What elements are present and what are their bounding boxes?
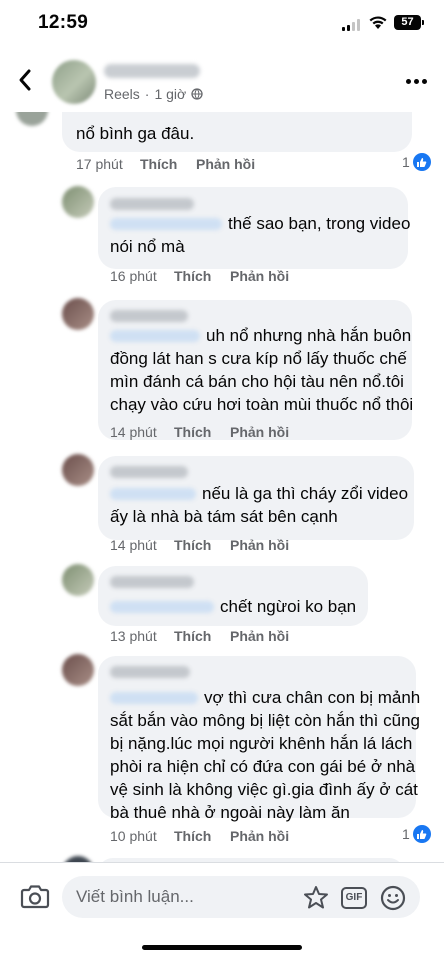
mention-tag-redacted[interactable] <box>110 330 200 342</box>
commenter-name-redacted[interactable] <box>110 466 188 478</box>
reply-button[interactable]: Phản hồi <box>196 156 255 172</box>
reply-button[interactable]: Phản hồi <box>230 628 289 644</box>
wifi-icon <box>369 16 387 29</box>
comment-line: đồng lát han s cưa kíp nổ lấy thuốc chế <box>110 349 407 368</box>
comment-text: thế sao bạn, trong video nói nổ mà <box>110 212 410 258</box>
globe-icon <box>191 88 203 100</box>
comment-line: nói nổ mà <box>110 237 185 256</box>
comment-line: chạy vào cứu hơi toàn mùi thuốc nổ thôi <box>110 395 414 414</box>
comment-actions: 10 phút Thích Phản hồi <box>110 828 289 844</box>
reaction-count[interactable]: 1 <box>402 825 431 843</box>
like-reaction-icon <box>412 825 431 843</box>
gif-icon[interactable]: GIF <box>341 887 367 909</box>
like-button[interactable]: Thích <box>174 828 230 844</box>
mention-tag-redacted[interactable] <box>110 601 214 613</box>
comment-line: nếu là ga thì cháy zổi video <box>202 484 409 503</box>
reply-button[interactable]: Phản hồi <box>230 424 289 440</box>
commenter-avatar[interactable] <box>62 454 94 486</box>
like-button[interactable]: Thích <box>174 537 230 553</box>
commenter-avatar[interactable] <box>16 112 48 126</box>
camera-icon[interactable] <box>20 883 50 909</box>
comment-line: mìn đánh cá bán cho hội tàu nên nổ.tôi <box>110 372 404 391</box>
post-source[interactable]: Reels <box>104 86 140 102</box>
comment-text: nổ bình ga đâu. <box>76 124 195 143</box>
commenter-avatar[interactable] <box>62 654 94 686</box>
comment-line: phòi ra hiện chỉ có đứa con gái bé ở nhà <box>110 757 416 776</box>
reply-button[interactable]: Phản hồi <box>230 828 289 844</box>
commenter-name-redacted[interactable] <box>110 576 194 588</box>
back-arrow-icon[interactable] <box>16 68 34 92</box>
mention-tag-redacted[interactable] <box>110 218 222 230</box>
comment-input-placeholder: Viết bình luận... <box>76 887 194 906</box>
like-button[interactable]: Thích <box>174 424 230 440</box>
status-time: 12:59 <box>38 12 89 33</box>
meta-separator: · <box>144 86 150 102</box>
cellular-signal-icon <box>342 19 362 31</box>
comment-line: uh nổ nhưng nhà hắn buôn <box>206 326 412 345</box>
like-reaction-icon <box>412 153 431 171</box>
post-header: Reels · 1 giờ <box>0 50 444 112</box>
like-button[interactable]: Thích <box>174 628 230 644</box>
reaction-number: 1 <box>402 826 410 842</box>
comment-line: bị nặng.lúc mọi người khênh hắn lá lách <box>110 734 413 753</box>
comment-line: thế sao bạn, trong video <box>228 214 411 233</box>
comment-time: 13 phút <box>110 628 157 644</box>
comment-actions: 13 phút Thích Phản hồi <box>110 628 289 644</box>
comment-actions: 14 phút Thích Phản hồi <box>110 537 289 553</box>
comments-list[interactable]: nổ bình ga đâu. 17 phút Thích Phản hồi 1… <box>0 112 444 862</box>
like-button[interactable]: Thích <box>140 156 196 172</box>
home-indicator <box>142 945 302 950</box>
comment-time: 16 phút <box>110 268 157 284</box>
comment-text: vợ thì cưa chân con bị mảnh sắt bắn vào … <box>110 686 420 824</box>
comment-line: ấy là nhà bà tám sát bên cạnh <box>110 507 338 526</box>
commenter-name-redacted[interactable] <box>110 666 190 678</box>
author-name-redacted[interactable] <box>104 64 200 78</box>
comment-time: 14 phút <box>110 424 157 440</box>
reaction-number: 1 <box>402 154 410 170</box>
reply-button[interactable]: Phản hồi <box>230 537 289 553</box>
comment-line: bà thuê nhà ở ngoài này làm ăn <box>110 803 350 822</box>
comment-text: uh nổ nhưng nhà hắn buôn đồng lát han s … <box>110 324 413 416</box>
comment-text: chết ngừoi ko bạn <box>110 595 356 618</box>
sticker-icon[interactable] <box>302 885 330 911</box>
post-age[interactable]: 1 giờ <box>154 86 186 102</box>
mention-tag-redacted[interactable] <box>110 692 198 704</box>
comment-text: nếu là ga thì cháy zổi video ấy là nhà b… <box>110 482 408 528</box>
like-button[interactable]: Thích <box>174 268 230 284</box>
comment-actions: 14 phút Thích Phản hồi <box>110 424 289 440</box>
status-bar: 12:59 57 <box>0 0 444 50</box>
reply-button[interactable]: Phản hồi <box>230 268 289 284</box>
author-avatar[interactable] <box>52 60 96 104</box>
mention-tag-redacted[interactable] <box>110 488 196 500</box>
post-meta: Reels · 1 giờ <box>104 86 203 102</box>
comment-time: 10 phút <box>110 828 157 844</box>
comment-actions: 17 phút Thích Phản hồi <box>76 156 255 172</box>
emoji-icon[interactable] <box>380 885 406 911</box>
commenter-avatar[interactable] <box>62 298 94 330</box>
more-options-icon[interactable] <box>406 79 428 85</box>
comment-line: chết ngừoi ko bạn <box>220 597 357 616</box>
battery-indicator: 57 <box>394 15 424 30</box>
comment-line: vợ thì cưa chân con bị mảnh <box>204 688 421 707</box>
commenter-name-redacted[interactable] <box>110 310 188 322</box>
comment-line: sắt bắn vào mông bị liệt còn hắn thì cũn… <box>110 711 420 730</box>
commenter-name-redacted[interactable] <box>110 198 194 210</box>
reaction-count[interactable]: 1 <box>402 153 431 171</box>
comment-line: vệ sinh là không việc gì.gia đình ấy ở c… <box>110 780 418 799</box>
commenter-avatar[interactable] <box>62 186 94 218</box>
comment-time: 17 phút <box>76 156 123 172</box>
comment-actions: 16 phút Thích Phản hồi <box>110 268 289 284</box>
comment-time: 14 phút <box>110 537 157 553</box>
commenter-avatar[interactable] <box>62 564 94 596</box>
